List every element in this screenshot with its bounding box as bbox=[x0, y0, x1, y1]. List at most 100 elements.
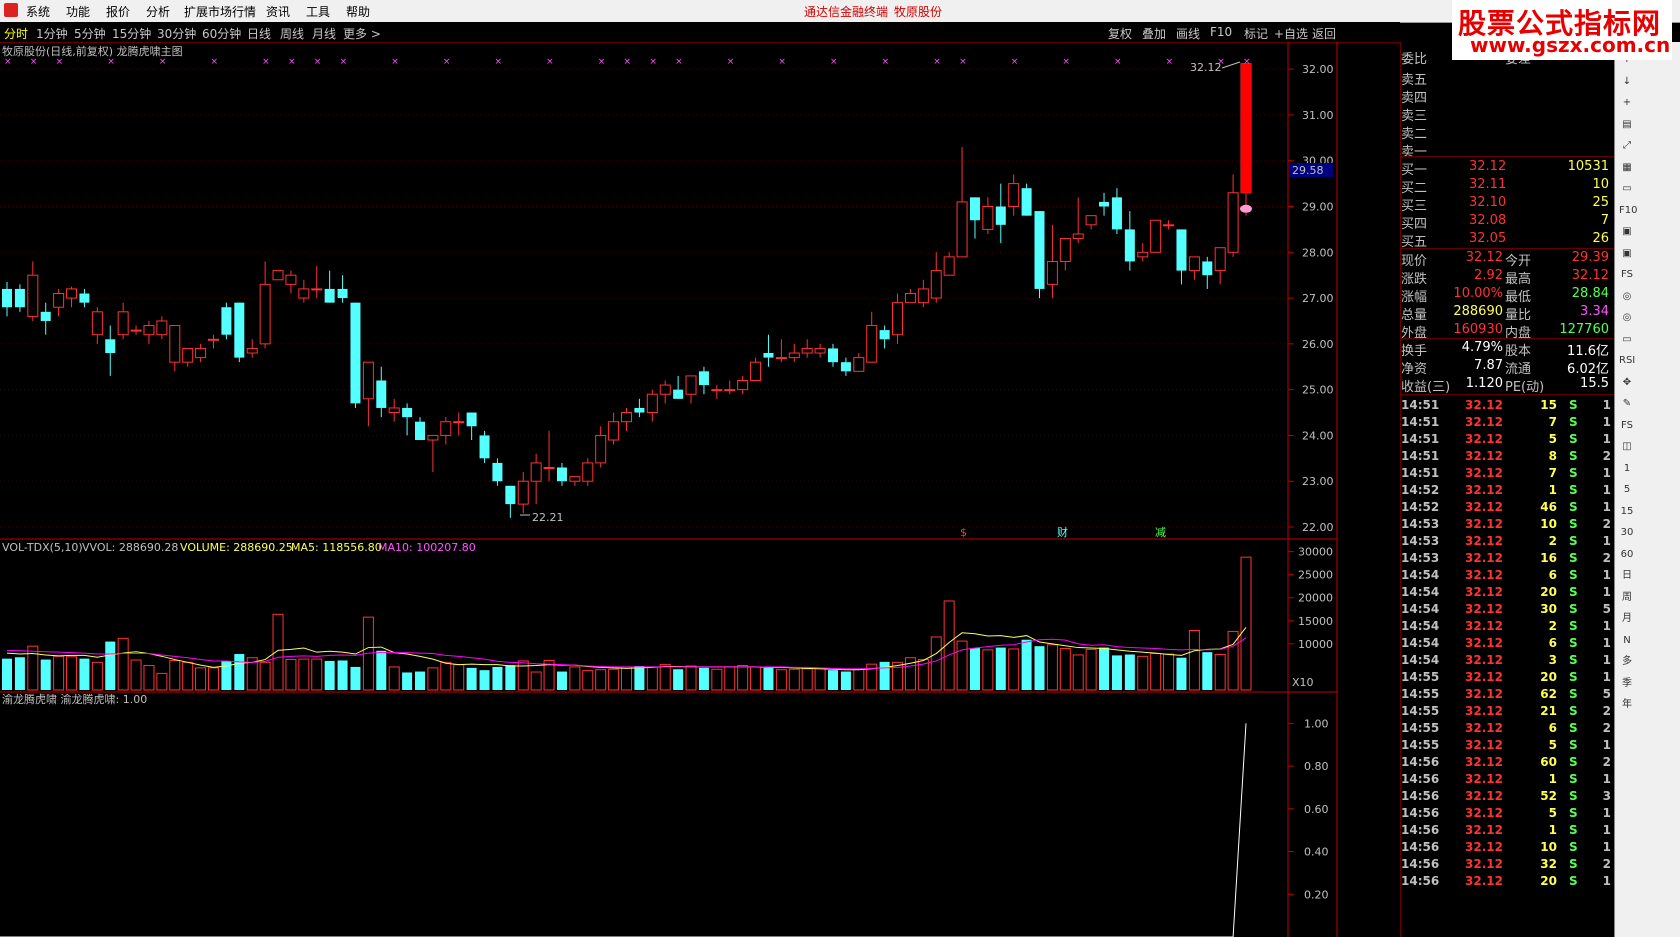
menu-function[interactable]: 功能 bbox=[66, 3, 90, 20]
side-tool-icon[interactable]: ▣ bbox=[1619, 224, 1635, 240]
side-tool-icon[interactable]: 日 bbox=[1619, 568, 1635, 584]
side-tool-icon[interactable]: F10 bbox=[1619, 203, 1637, 219]
side-tool-icon[interactable]: 季 bbox=[1619, 676, 1635, 692]
menu-system[interactable]: 系统 bbox=[26, 3, 50, 20]
side-tool-icon[interactable]: N bbox=[1619, 633, 1635, 649]
menu-extended-market[interactable]: 扩展市场行情 bbox=[184, 3, 256, 20]
tick-count: 1 bbox=[1602, 568, 1611, 582]
candle-body bbox=[1227, 192, 1239, 253]
bid-volume: 10 bbox=[1592, 177, 1609, 192]
event-mark[interactable]: 财 bbox=[1057, 525, 1068, 539]
side-tool-icon[interactable]: 多 bbox=[1619, 654, 1635, 670]
tick-side: S bbox=[1569, 755, 1578, 769]
tick-volume: 62 bbox=[1540, 687, 1557, 701]
candle-body bbox=[543, 466, 555, 469]
toolbar-back-button[interactable]: 返回 bbox=[1312, 25, 1336, 42]
signal-x-mark: × bbox=[778, 57, 786, 67]
side-tool-icon[interactable]: ✥ bbox=[1619, 375, 1635, 391]
side-tool-icon[interactable]: 15 bbox=[1619, 504, 1635, 520]
bid-label: 买二 bbox=[1401, 181, 1428, 196]
tick-side: S bbox=[1569, 636, 1578, 650]
side-tool-icon[interactable]: 年 bbox=[1619, 697, 1635, 713]
side-tool-icon[interactable]: FS bbox=[1619, 418, 1635, 434]
period-tab-15min[interactable]: 15分钟 bbox=[112, 25, 151, 42]
period-tab-5min[interactable]: 5分钟 bbox=[74, 25, 106, 42]
tick-volume: 21 bbox=[1540, 704, 1557, 718]
side-tool-icon[interactable]: ▤ bbox=[1619, 117, 1635, 133]
event-mark[interactable]: $ bbox=[960, 526, 967, 539]
period-tab-monthly[interactable]: 月线 bbox=[312, 25, 336, 42]
side-tool-icon[interactable]: RSI bbox=[1619, 353, 1635, 369]
signal-x-mark: × bbox=[727, 57, 735, 67]
side-tool-icon[interactable]: 周 bbox=[1619, 590, 1635, 606]
toolbar-add-watchlist-button[interactable]: +自选 bbox=[1274, 25, 1308, 42]
bid-row[interactable]: 买一 32.12 10531 bbox=[1401, 159, 1615, 178]
tick-volume: 7 bbox=[1548, 466, 1557, 480]
side-tool-icon[interactable]: 1 bbox=[1619, 461, 1635, 477]
ask-label: 卖四 bbox=[1401, 91, 1428, 106]
bid-volume: 10531 bbox=[1567, 159, 1609, 174]
period-tab-60min[interactable]: 60分钟 bbox=[202, 25, 241, 42]
menu-analysis[interactable]: 分析 bbox=[146, 3, 170, 20]
toolbar-draw-button[interactable]: 画线 bbox=[1176, 25, 1200, 42]
bid-row[interactable]: 买三 32.10 25 bbox=[1401, 195, 1615, 214]
volume-bar bbox=[1137, 655, 1149, 691]
period-tab-30min[interactable]: 30分钟 bbox=[157, 25, 196, 42]
bid-row[interactable]: 买二 32.11 10 bbox=[1401, 177, 1615, 196]
toolbar-mark-button[interactable]: 标记 bbox=[1244, 25, 1268, 42]
side-tool-icon[interactable]: ▭ bbox=[1619, 332, 1635, 348]
side-tool-icon[interactable]: ▦ bbox=[1619, 160, 1635, 176]
side-tool-icon[interactable]: ▭ bbox=[1619, 181, 1635, 197]
vol-indicator-name: VOL-TDX(5,10) bbox=[2, 541, 83, 554]
menu-help[interactable]: 帮助 bbox=[346, 3, 370, 20]
side-tool-icon[interactable]: 30 bbox=[1619, 525, 1635, 541]
vol-axis-tick: 20000 bbox=[1298, 592, 1333, 605]
side-tool-icon[interactable]: 月 bbox=[1619, 611, 1635, 627]
side-tool-icon[interactable]: ↓ bbox=[1619, 74, 1635, 90]
price-axis-tick: 23.00 bbox=[1302, 475, 1334, 488]
app-logo-icon bbox=[4, 3, 18, 17]
candle-body bbox=[415, 421, 425, 441]
menu-tools[interactable]: 工具 bbox=[306, 3, 330, 20]
period-tab-1min[interactable]: 1分钟 bbox=[36, 25, 68, 42]
kline-chart[interactable]: 牧原股份(日线,前复权) 龙腾虎啸主图 32.0031.0030.0029.00… bbox=[0, 42, 1400, 937]
side-tool-icon[interactable]: FS bbox=[1619, 267, 1635, 283]
volume-bar bbox=[2, 658, 12, 690]
bid-row[interactable]: 买五 32.05 26 bbox=[1401, 231, 1615, 250]
period-tab-more[interactable]: 更多 > bbox=[343, 25, 381, 42]
bid-row[interactable]: 买四 32.08 7 bbox=[1401, 213, 1615, 232]
side-tool-icon[interactable]: ◎ bbox=[1619, 310, 1635, 326]
toolbar-f10-button[interactable]: F10 bbox=[1210, 25, 1232, 39]
candle-body bbox=[324, 288, 335, 303]
period-tab-daily[interactable]: 日线 bbox=[247, 25, 271, 42]
event-mark[interactable]: 减 bbox=[1155, 526, 1166, 539]
tick-time: 14:51 bbox=[1401, 415, 1440, 429]
menu-news[interactable]: 资讯 bbox=[266, 3, 290, 20]
candle-body bbox=[595, 434, 607, 464]
period-tab-weekly[interactable]: 周线 bbox=[280, 25, 304, 42]
period-tab-intraday[interactable]: 分时 bbox=[4, 25, 28, 42]
menu-quote[interactable]: 报价 bbox=[106, 3, 130, 20]
side-tool-icon[interactable]: 60 bbox=[1619, 547, 1635, 563]
candle-body bbox=[659, 384, 671, 395]
stat-value: 160930 bbox=[1453, 322, 1503, 337]
tick-price: 32.12 bbox=[1465, 789, 1503, 803]
tick-count: 1 bbox=[1602, 653, 1611, 667]
candle-body bbox=[853, 357, 865, 372]
tick-volume: 10 bbox=[1540, 840, 1557, 854]
side-tool-icon[interactable]: ⤢ bbox=[1619, 138, 1635, 154]
stock-title: 牧原股份 bbox=[894, 5, 943, 19]
side-tool-icon[interactable]: ▣ bbox=[1619, 246, 1635, 262]
tick-volume: 6 bbox=[1548, 568, 1557, 582]
toolbar-overlay-button[interactable]: 叠加 bbox=[1142, 25, 1166, 42]
side-tool-icon[interactable]: ✎ bbox=[1619, 396, 1635, 412]
candle-body bbox=[1059, 238, 1071, 262]
side-tool-icon[interactable]: ◫ bbox=[1619, 439, 1635, 455]
side-tool-icon[interactable]: 5 bbox=[1619, 482, 1635, 498]
volume-bar bbox=[1034, 646, 1045, 690]
tick-volume: 20 bbox=[1540, 874, 1557, 888]
side-tool-icon[interactable]: + bbox=[1619, 95, 1635, 111]
side-tool-icon[interactable]: ◎ bbox=[1619, 289, 1635, 305]
candle-body bbox=[737, 379, 749, 391]
toolbar-fuquan-button[interactable]: 复权 bbox=[1108, 25, 1132, 42]
